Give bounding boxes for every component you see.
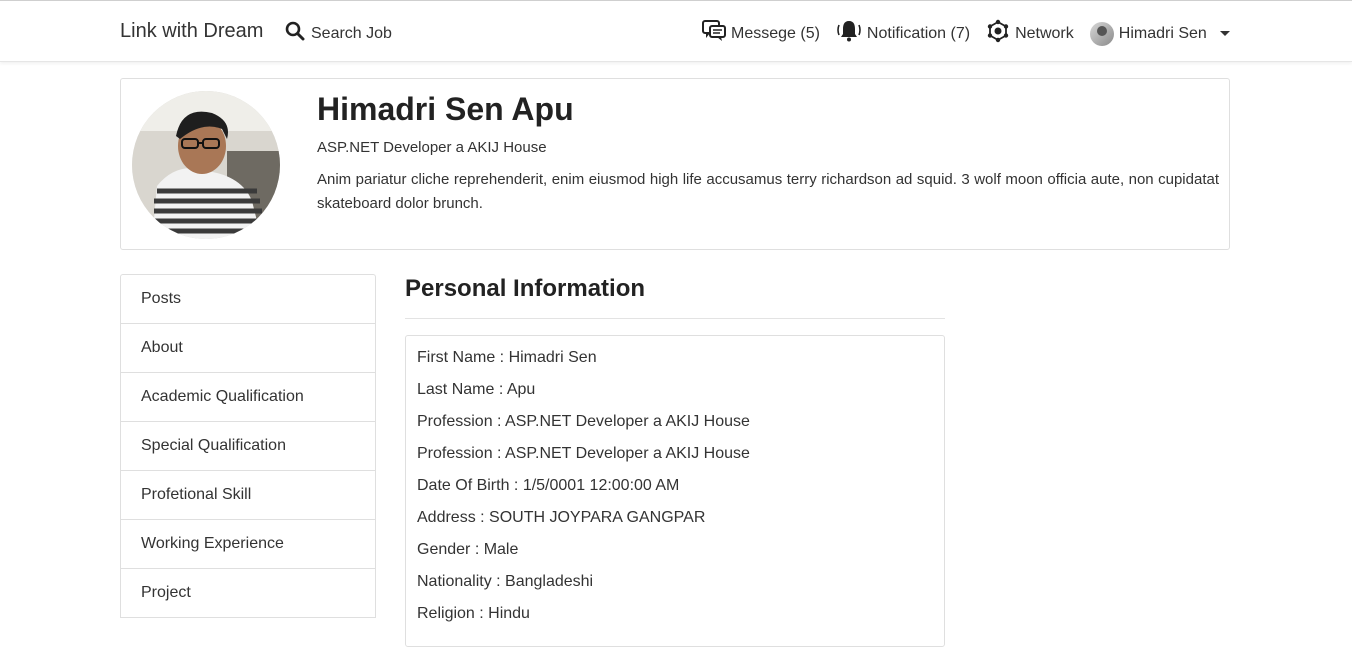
section-divider: [405, 318, 945, 319]
messages-label: Messege (5): [731, 24, 820, 42]
section-title: Personal Information: [405, 275, 646, 302]
info-religion: Religion : Hindu: [417, 605, 530, 622]
user-name-label: Himadri Sen: [1118, 24, 1207, 42]
sidebar-item-about[interactable]: About: [121, 324, 375, 373]
profile-headline: ASP.NET Developer a AKIJ House: [317, 139, 547, 156]
info-gender: Gender : Male: [417, 541, 519, 558]
sidebar-item-special-qualification[interactable]: Special Qualification: [121, 422, 375, 471]
info-first-name: First Name : Himadri Sen: [417, 349, 597, 366]
profile-card: Himadri Sen Apu ASP.NET Developer a AKIJ…: [120, 78, 1230, 250]
network-label: Network: [1015, 24, 1074, 42]
notifications-label: Notification (7): [866, 24, 971, 42]
search-job-label: Search Job: [311, 24, 392, 42]
sidebar-item-working-experience[interactable]: Working Experience: [121, 520, 375, 569]
nav-right: Messege (5) Notification (7) Network Him…: [702, 19, 1230, 48]
navbar: Link with Dream Search Job Messege (5) N…: [0, 1, 1352, 62]
info-date-of-birth: Date Of Birth : 1/5/0001 12:00:00 AM: [417, 477, 680, 494]
info-last-name: Last Name : Apu: [417, 381, 536, 398]
messages-link[interactable]: Messege (5): [702, 20, 820, 47]
info-profession: Profession : ASP.NET Developer a AKIJ Ho…: [417, 413, 750, 430]
sidebar-item-professional-skill[interactable]: Profetional Skill: [121, 471, 375, 520]
profile-photo: [132, 91, 280, 239]
info-profession-2: Profession : ASP.NET Developer a AKIJ Ho…: [417, 445, 750, 462]
chevron-down-icon: [1219, 31, 1230, 36]
profile-sidebar-menu: Posts About Academic Qualification Speci…: [120, 274, 376, 618]
user-menu[interactable]: Himadri Sen: [1089, 21, 1230, 46]
search-job-link[interactable]: Search Job: [285, 21, 392, 46]
network-icon: [986, 19, 1010, 48]
sidebar-item-academic-qualification[interactable]: Academic Qualification: [121, 373, 375, 422]
chat-icon: [702, 20, 726, 47]
personal-info-box: First Name : Himadri Sen Last Name : Apu…: [405, 335, 945, 647]
notifications-link[interactable]: Notification (7): [836, 19, 970, 48]
brand-link[interactable]: Link with Dream: [120, 20, 263, 43]
info-address: Address : SOUTH JOYPARA GANGPAR: [417, 509, 706, 526]
profile-bio: Anim pariatur cliche reprehenderit, enim…: [317, 171, 1219, 212]
info-nationality: Nationality : Bangladeshi: [417, 573, 594, 590]
sidebar-item-posts[interactable]: Posts: [121, 275, 375, 324]
profile-name: Himadri Sen Apu: [317, 91, 574, 127]
network-link[interactable]: Network: [986, 19, 1074, 48]
sidebar-item-project[interactable]: Project: [121, 569, 375, 618]
bell-icon: [836, 19, 862, 48]
user-avatar: [1089, 21, 1114, 46]
search-icon: [285, 21, 305, 46]
